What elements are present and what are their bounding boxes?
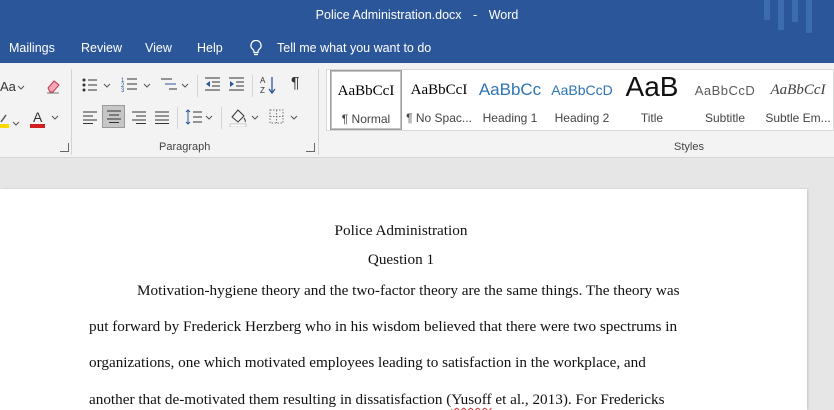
- body-line: organizations, one which motivated emplo…: [89, 354, 646, 371]
- align-right-icon[interactable]: [131, 111, 147, 124]
- style-label: ¶ No Spac...: [406, 111, 472, 125]
- chevron-down-icon: [290, 115, 298, 120]
- style-heading-2[interactable]: AaBbCcD Heading 2: [549, 70, 615, 130]
- button-separator: [177, 107, 178, 129]
- chevron-down-icon: [205, 115, 213, 120]
- button-separator: [197, 75, 198, 97]
- style-sample: AaBbCcD: [551, 82, 613, 98]
- tab-help[interactable]: Help: [197, 41, 223, 55]
- justify-icon[interactable]: [154, 111, 170, 124]
- styles-gallery: AaBbCcI ¶ Normal AaBbCcI ¶ No Spac... Aa…: [326, 69, 834, 131]
- style-sample: AaBbCc: [478, 80, 542, 99]
- change-case-button[interactable]: Aa: [0, 79, 16, 95]
- ribbon: Aa A 1 2 3 A Z ¶ Paragraph AaBbCcI ¶ Nor…: [0, 63, 834, 158]
- group-separator: [71, 69, 72, 155]
- style-label: Subtle Em...: [765, 111, 831, 125]
- style-no-spacing[interactable]: AaBbCcI ¶ No Spac...: [403, 70, 475, 130]
- increase-indent-icon[interactable]: [228, 77, 245, 92]
- style-sample: AaB: [625, 71, 679, 102]
- chevron-down-icon: [251, 115, 259, 120]
- spelling-flagged-word[interactable]: Yusoff: [451, 391, 491, 408]
- document-page[interactable]: Police Administration Question 1 Motivat…: [0, 189, 807, 410]
- style-sample: AaBbCcI: [410, 82, 468, 98]
- style-normal[interactable]: AaBbCcI ¶ Normal: [330, 70, 402, 130]
- title-decoration: [792, 0, 798, 22]
- tab-review[interactable]: Review: [81, 41, 122, 55]
- ribbon-tabs: Mailings Review View Help Tell me what y…: [0, 33, 834, 63]
- button-separator: [252, 75, 253, 97]
- multilevel-list-icon[interactable]: [160, 76, 178, 93]
- style-title[interactable]: AaB Title: [619, 70, 685, 130]
- tell-me-search[interactable]: Tell me what you want to do: [277, 41, 431, 55]
- style-label: Heading 1: [482, 111, 538, 125]
- svg-text:3: 3: [121, 88, 125, 93]
- align-left-icon[interactable]: [82, 111, 98, 124]
- style-label: Subtitle: [704, 111, 746, 125]
- title-decoration: [778, 0, 784, 30]
- style-sample: AaBbCcD: [694, 83, 756, 98]
- button-separator: [221, 107, 222, 129]
- document-title: Police Administration: [334, 222, 468, 239]
- decrease-indent-icon[interactable]: [204, 77, 221, 92]
- chevron-down-icon: [12, 121, 20, 126]
- question-heading: Question 1: [367, 251, 435, 268]
- style-subtle-emphasis[interactable]: AaBbCcI Subtle Em...: [763, 70, 833, 130]
- paragraph-group-label: Paragraph: [159, 141, 211, 153]
- svg-text:Z: Z: [260, 86, 265, 95]
- font-dialog-launcher[interactable]: [60, 143, 69, 152]
- body-line: another that de-motivated them resulting…: [89, 391, 664, 409]
- chevron-down-icon: [143, 83, 151, 88]
- lightbulb-icon: [250, 39, 262, 56]
- svg-text:A: A: [33, 109, 43, 125]
- style-subtitle[interactable]: AaBbCcD Subtitle: [691, 70, 759, 130]
- change-case-label: Aa: [0, 79, 16, 94]
- body-line: put forward by Frederick Herzberg who in…: [89, 318, 678, 335]
- font-color-icon[interactable]: A: [29, 109, 47, 129]
- numbering-icon[interactable]: 1 2 3: [121, 76, 138, 93]
- tab-mailings[interactable]: Mailings: [9, 41, 55, 55]
- style-sample: AaBbCcI: [770, 82, 826, 98]
- align-center-icon: [107, 110, 121, 123]
- style-label: ¶ Normal: [341, 112, 391, 126]
- line-spacing-icon[interactable]: [185, 108, 203, 126]
- shading-icon[interactable]: [229, 107, 247, 127]
- styles-group-label: Styles: [674, 141, 704, 153]
- style-label: Heading 2: [554, 111, 610, 125]
- show-formatting-marks-button[interactable]: ¶: [291, 76, 300, 92]
- borders-icon[interactable]: [269, 109, 284, 124]
- svg-text:A: A: [260, 76, 266, 85]
- title-decoration: [806, 0, 812, 33]
- body-text: et al., 2013). For Fredericks: [491, 391, 665, 408]
- body-text: another that de-motivated them resulting…: [89, 391, 452, 408]
- chevron-down-icon: [51, 115, 59, 120]
- app-name: Word: [488, 8, 519, 22]
- style-label: Title: [640, 111, 664, 125]
- paragraph-dialog-launcher[interactable]: [306, 143, 315, 152]
- document-filename: Police Administration.docx: [315, 8, 462, 22]
- chevron-down-icon: [103, 83, 111, 88]
- window-title: Police Administration.docx - Word: [0, 8, 834, 22]
- chevron-down-icon: [17, 85, 25, 90]
- align-center-button[interactable]: [102, 105, 125, 128]
- title-bar: Police Administration.docx - Word: [0, 0, 834, 33]
- bullets-icon[interactable]: [82, 77, 98, 93]
- group-separator: [318, 69, 319, 155]
- clear-formatting-icon[interactable]: [44, 78, 62, 94]
- title-separator: -: [473, 8, 478, 22]
- body-line: Motivation-hygiene theory and the two-fa…: [137, 282, 680, 299]
- tab-view[interactable]: View: [145, 41, 172, 55]
- title-decoration: [764, 0, 770, 20]
- highlight-color-icon[interactable]: [0, 110, 10, 128]
- style-heading-1[interactable]: AaBbCc Heading 1: [477, 70, 543, 130]
- sort-icon[interactable]: A Z: [260, 75, 277, 95]
- chevron-down-icon: [181, 83, 189, 88]
- style-sample: AaBbCcI: [337, 83, 395, 99]
